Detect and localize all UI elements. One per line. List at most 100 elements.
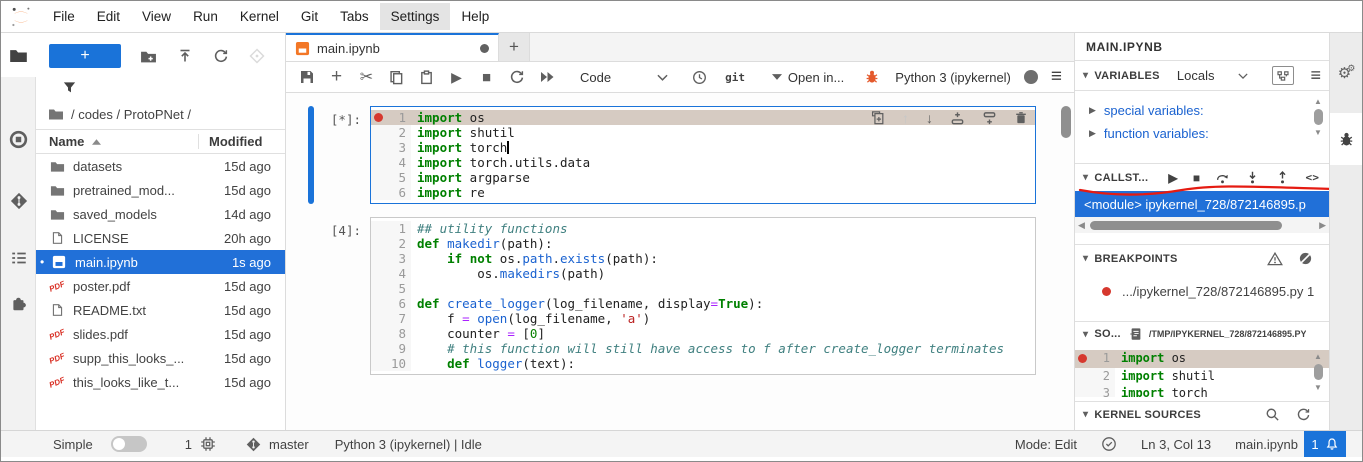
variables-scrollbar[interactable]: ▲ ▼ [1311, 97, 1325, 137]
notebook-scrollbar[interactable] [1061, 106, 1071, 138]
file-row-main-ipynb[interactable]: •main.ipynb1s ago [36, 250, 285, 274]
breakpoint-gutter[interactable] [371, 221, 386, 236]
expand-caret-icon[interactable]: ▶ [1089, 105, 1096, 116]
breakpoint-gutter[interactable] [1075, 385, 1090, 397]
column-header-name[interactable]: Name [36, 134, 199, 149]
file-row-saved-models[interactable]: saved_models14d ago [36, 202, 285, 226]
menu-help[interactable]: Help [450, 3, 500, 30]
new-launcher-button[interactable]: + [49, 44, 121, 68]
breakpoint-gutter[interactable] [371, 281, 386, 296]
expand-caret-icon[interactable]: ▶ [1089, 128, 1096, 139]
breakpoint-gutter[interactable] [371, 185, 386, 200]
scroll-right-icon[interactable]: ▶ [1319, 220, 1326, 231]
upload-icon[interactable] [176, 48, 193, 65]
notebook-content[interactable]: [*]: 1import os2import shutil3import tor… [286, 93, 1074, 430]
mode-indicator[interactable]: Mode: Edit [1015, 437, 1077, 452]
debugger-bug-icon[interactable] [863, 69, 880, 86]
file-row-this-looks-like-t-[interactable]: PDFthis_looks_like_t...15d ago [36, 370, 285, 394]
scroll-left-icon[interactable]: ◀ [1078, 220, 1085, 231]
file-row-poster-pdf[interactable]: PDFposter.pdf15d ago [36, 274, 285, 298]
deactivate-breakpoints-icon[interactable] [1298, 251, 1313, 266]
breakpoint-item[interactable]: .../ipykernel_728/872146895.py 1 [1075, 272, 1329, 311]
debugger-tab-icon[interactable] [1330, 113, 1363, 165]
breakpoint-dot[interactable] [374, 113, 383, 122]
collapse-caret-icon[interactable]: ▾ [1083, 70, 1088, 81]
trust-indicator-icon[interactable] [1101, 436, 1117, 452]
interrupt-kernel-icon[interactable]: ■ [478, 69, 495, 86]
file-row-pretrained-mod-[interactable]: pretrained_mod...15d ago [36, 178, 285, 202]
unsaved-changes-dot[interactable] [480, 44, 489, 53]
breakpoint-gutter[interactable] [1075, 368, 1090, 386]
collapse-caret-icon[interactable]: ▾ [1083, 172, 1088, 183]
pause-on-exception-icon[interactable] [1267, 251, 1283, 267]
move-cell-down-icon[interactable]: ↓ [926, 110, 933, 126]
git-toolbar-label[interactable]: git [725, 71, 745, 84]
cell-1-editor[interactable]: 1import os2import shutil3import torch4im… [370, 106, 1036, 204]
callstack-frame[interactable]: <module> ipykernel_728/872146895.p [1075, 191, 1329, 217]
breakpoint-gutter[interactable] [371, 311, 386, 326]
source-scrollbar[interactable]: ▲ ▼ [1311, 352, 1325, 392]
kernel-name-button[interactable]: Python 3 (ipykernel) [895, 70, 1011, 85]
source-viewer[interactable]: 1import os2import shutil3import torch ▲ … [1075, 350, 1329, 397]
breakpoint-gutter[interactable] [371, 125, 386, 140]
step-out-icon[interactable] [1275, 170, 1290, 185]
property-inspector-icon[interactable]: ⚙⚙ [1330, 47, 1363, 99]
file-row-slides-pdf[interactable]: PDFslides.pdf15d ago [36, 322, 285, 346]
file-row-readme-txt[interactable]: README.txt15d ago [36, 298, 285, 322]
kernel-sessions-indicator[interactable]: 1 [185, 436, 216, 452]
file-row-license[interactable]: LICENSE20h ago [36, 226, 285, 250]
new-folder-icon[interactable] [140, 48, 157, 65]
delete-cell-icon[interactable] [1014, 111, 1028, 125]
breakpoint-gutter[interactable] [371, 251, 386, 266]
breakpoint-gutter[interactable] [371, 296, 386, 311]
paste-cells-icon[interactable] [418, 69, 435, 86]
refresh-icon[interactable] [1296, 407, 1311, 422]
terminate-icon[interactable]: ■ [1193, 171, 1201, 185]
scroll-down-icon[interactable]: ▼ [1314, 383, 1322, 392]
step-in-icon[interactable] [1245, 170, 1260, 185]
run-cell-icon[interactable]: ▶ [448, 69, 465, 86]
kernel-status-text[interactable]: Python 3 (ipykernel) | Idle [335, 437, 482, 452]
breakpoint-gutter[interactable] [371, 266, 386, 281]
insert-cell-below-icon[interactable] [982, 111, 997, 126]
menu-settings[interactable]: Settings [380, 3, 451, 30]
scope-dropdown[interactable]: Locals [1177, 68, 1215, 83]
breadcrumb-path[interactable]: / codes / ProtoPNet / [71, 107, 191, 122]
menu-kernel[interactable]: Kernel [229, 3, 290, 30]
cell-2-editor[interactable]: 1## utility functions2def makedir(path):… [370, 217, 1036, 375]
breakpoint-gutter[interactable] [371, 341, 386, 356]
search-icon[interactable] [1265, 407, 1280, 422]
collapse-caret-icon[interactable]: ▾ [1083, 409, 1088, 420]
duplicate-cell-icon[interactable] [871, 111, 885, 125]
menu-edit[interactable]: Edit [86, 3, 131, 30]
table-view-icon[interactable]: ≡ [1310, 65, 1321, 86]
breakpoint-gutter[interactable] [371, 155, 386, 170]
simple-mode-toggle[interactable]: Simple [53, 436, 147, 452]
git-clone-icon[interactable] [248, 48, 265, 65]
source-section-header[interactable]: ▾ SO... /TMP/IPYKERNEL_728/872146895.PY [1075, 321, 1329, 346]
continue-icon[interactable]: ▶ [1168, 171, 1178, 185]
new-tab-button[interactable]: + [499, 33, 530, 61]
toolbar-overflow-icon[interactable]: ≡ [1051, 66, 1062, 88]
running-kernels-icon[interactable] [1, 117, 36, 161]
menu-file[interactable]: File [42, 3, 86, 30]
git-branch-indicator[interactable]: master [246, 437, 309, 452]
breakpoint-gutter[interactable] [371, 170, 386, 185]
kernel-sources-section-header[interactable]: ▾ KERNEL SOURCES [1075, 401, 1329, 427]
file-browser-tab-icon[interactable] [1, 33, 36, 77]
open-in-dropdown[interactable]: Open in... [772, 70, 844, 85]
evaluate-code-icon[interactable]: <> [1305, 171, 1319, 184]
file-row-supp-this-looks-[interactable]: PDFsupp_this_looks_...15d ago [36, 346, 285, 370]
cut-cells-icon[interactable]: ✂ [358, 69, 375, 86]
filter-files-icon[interactable] [36, 74, 285, 97]
variables-section-header[interactable]: ▾ VARIABLES Locals ≡ [1075, 61, 1329, 91]
breadcrumb[interactable]: / codes / ProtoPNet / [36, 97, 285, 129]
code-cell-2[interactable]: [4]: 1## utility functions2def makedir(p… [286, 217, 1074, 375]
scroll-down-icon[interactable]: ▼ [1314, 128, 1322, 137]
open-source-file-icon[interactable] [1129, 327, 1143, 341]
collapse-caret-icon[interactable]: ▾ [1083, 329, 1088, 340]
column-header-modified[interactable]: Modified [199, 134, 285, 149]
notebook-tab[interactable]: main.ipynb [286, 33, 499, 61]
tree-view-button[interactable] [1272, 66, 1294, 85]
menu-git[interactable]: Git [290, 3, 329, 30]
